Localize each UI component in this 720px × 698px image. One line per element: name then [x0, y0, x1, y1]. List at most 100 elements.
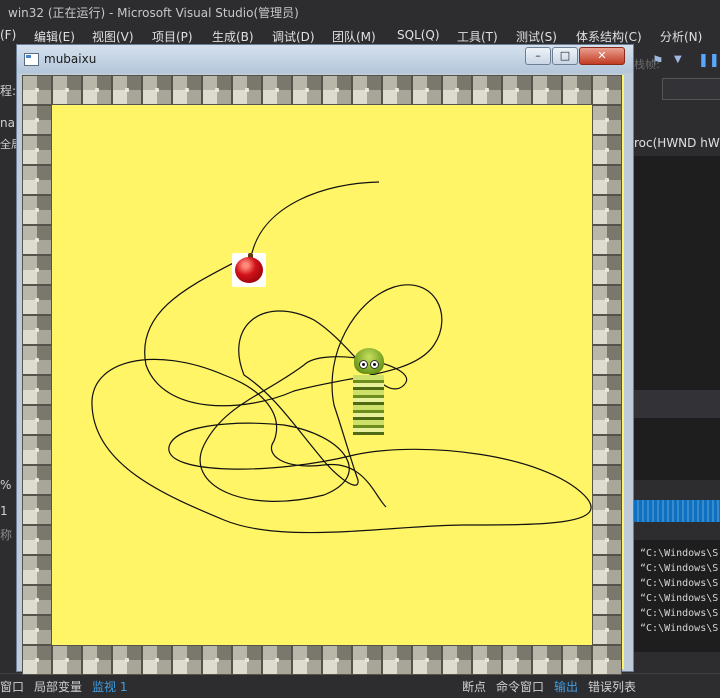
stack-frame-dropdown[interactable] — [662, 78, 720, 100]
menu-project[interactable]: 项目(P) — [152, 28, 193, 45]
menu-architecture[interactable]: 体系结构(C) — [576, 28, 642, 45]
border-stud — [592, 465, 622, 495]
border-stud — [592, 195, 622, 225]
border-stud — [262, 75, 292, 105]
border-stud — [592, 225, 622, 255]
border-stud — [22, 285, 52, 315]
border-stud — [412, 645, 442, 675]
border-stud — [352, 645, 382, 675]
pane-header — [632, 390, 720, 418]
border-stud — [82, 645, 112, 675]
left-label-name: 称 — [0, 528, 13, 542]
border-stud — [592, 75, 622, 105]
tab-output[interactable]: 输出 — [554, 678, 578, 695]
border-stud — [22, 195, 52, 225]
pause-icon[interactable]: ❚❚ — [698, 53, 720, 68]
border-stud — [22, 435, 52, 465]
menu-tools[interactable]: 工具(T) — [457, 28, 498, 45]
border-stud — [232, 75, 262, 105]
border-stud — [142, 645, 172, 675]
border-stud — [382, 645, 412, 675]
menu-build[interactable]: 生成(B) — [212, 28, 254, 45]
border-stud — [22, 645, 52, 675]
menu-debug[interactable]: 调试(D) — [272, 28, 315, 45]
border-stud — [22, 585, 52, 615]
border-stud — [232, 645, 262, 675]
border-stud — [22, 345, 52, 375]
vs-title-bar: win32 (正在运行) - Microsoft Visual Studio(管… — [0, 0, 720, 24]
menu-view[interactable]: 视图(V) — [92, 28, 134, 45]
border-stud — [472, 75, 502, 105]
border-stud — [22, 465, 52, 495]
close-button[interactable]: ✕ — [579, 47, 625, 65]
border-stud — [112, 645, 142, 675]
pane-body — [632, 418, 720, 480]
code-function-dropdown[interactable]: roc(HWND hWn — [632, 132, 720, 156]
tab-locals[interactable]: 局部变量 — [34, 678, 82, 695]
output-line: “C:\Windows\S — [640, 608, 719, 619]
border-stud — [442, 645, 472, 675]
tab-command-window[interactable]: 命令窗口 — [496, 678, 544, 695]
output-line: “C:\Windows\S — [640, 623, 719, 634]
tab-error-list[interactable]: 错误列表 — [588, 678, 636, 695]
game-title-bar[interactable]: mubaixu – □ ✕ — [17, 45, 633, 73]
output-window[interactable]: “C:\Windows\S “C:\Windows\S “C:\Windows\… — [632, 540, 720, 652]
menu-edit[interactable]: 编辑(E) — [34, 28, 75, 45]
border-stud — [592, 495, 622, 525]
border-stud — [562, 645, 592, 675]
border-stud — [202, 645, 232, 675]
border-stud — [472, 645, 502, 675]
border-stud — [22, 615, 52, 645]
apple-icon — [232, 253, 266, 287]
menu-analyze[interactable]: 分析(N) — [660, 28, 702, 45]
border-stud — [592, 165, 622, 195]
border-stud — [592, 585, 622, 615]
vs-title-text: win32 (正在运行) - Microsoft Visual Studio(管… — [8, 6, 299, 20]
border-stud — [22, 75, 52, 105]
border-stud — [532, 75, 562, 105]
menu-sql[interactable]: SQL(Q) — [397, 28, 440, 42]
border-stud — [22, 375, 52, 405]
menu-team[interactable]: 团队(M) — [332, 28, 376, 45]
border-stud — [142, 75, 172, 105]
output-line: “C:\Windows\S — [640, 593, 719, 604]
border-stud — [262, 645, 292, 675]
stack-frame-label: 栈帧: — [634, 58, 660, 71]
dropdown-icon[interactable]: ▼ — [674, 54, 682, 65]
left-label-percent: % — [0, 478, 12, 492]
code-editor[interactable] — [632, 156, 720, 390]
border-stud — [22, 165, 52, 195]
left-label-process: 程: — [0, 84, 17, 98]
maximize-button[interactable]: □ — [552, 47, 578, 65]
border-stud — [52, 645, 82, 675]
border-stud — [22, 105, 52, 135]
border-stud — [172, 75, 202, 105]
game-field[interactable] — [24, 75, 624, 669]
tab-breakpoints[interactable]: 断点 — [462, 678, 486, 695]
border-stud — [592, 555, 622, 585]
menu-file[interactable]: (F) — [0, 28, 16, 42]
border-stud — [22, 255, 52, 285]
border-stud — [502, 645, 532, 675]
border-stud — [22, 135, 52, 165]
tab-window[interactable]: 窗口 — [0, 678, 24, 695]
border-stud — [442, 75, 472, 105]
border-stud — [22, 225, 52, 255]
border-stud — [592, 345, 622, 375]
apple-body — [235, 257, 263, 283]
border-stud — [22, 525, 52, 555]
tab-watch-1[interactable]: 监视 1 — [92, 678, 127, 695]
border-stud — [592, 315, 622, 345]
border-stud — [502, 75, 532, 105]
progress-bar — [632, 500, 720, 522]
border-stud — [592, 285, 622, 315]
left-label-one: 1 — [0, 504, 8, 518]
border-stud — [352, 75, 382, 105]
border-stud — [22, 315, 52, 345]
menu-test[interactable]: 测试(S) — [516, 28, 557, 45]
border-stud — [322, 75, 352, 105]
output-line: “C:\Windows\S — [640, 548, 719, 559]
minimize-button[interactable]: – — [525, 47, 551, 65]
snake-eye-right — [370, 360, 379, 369]
border-stud — [562, 75, 592, 105]
